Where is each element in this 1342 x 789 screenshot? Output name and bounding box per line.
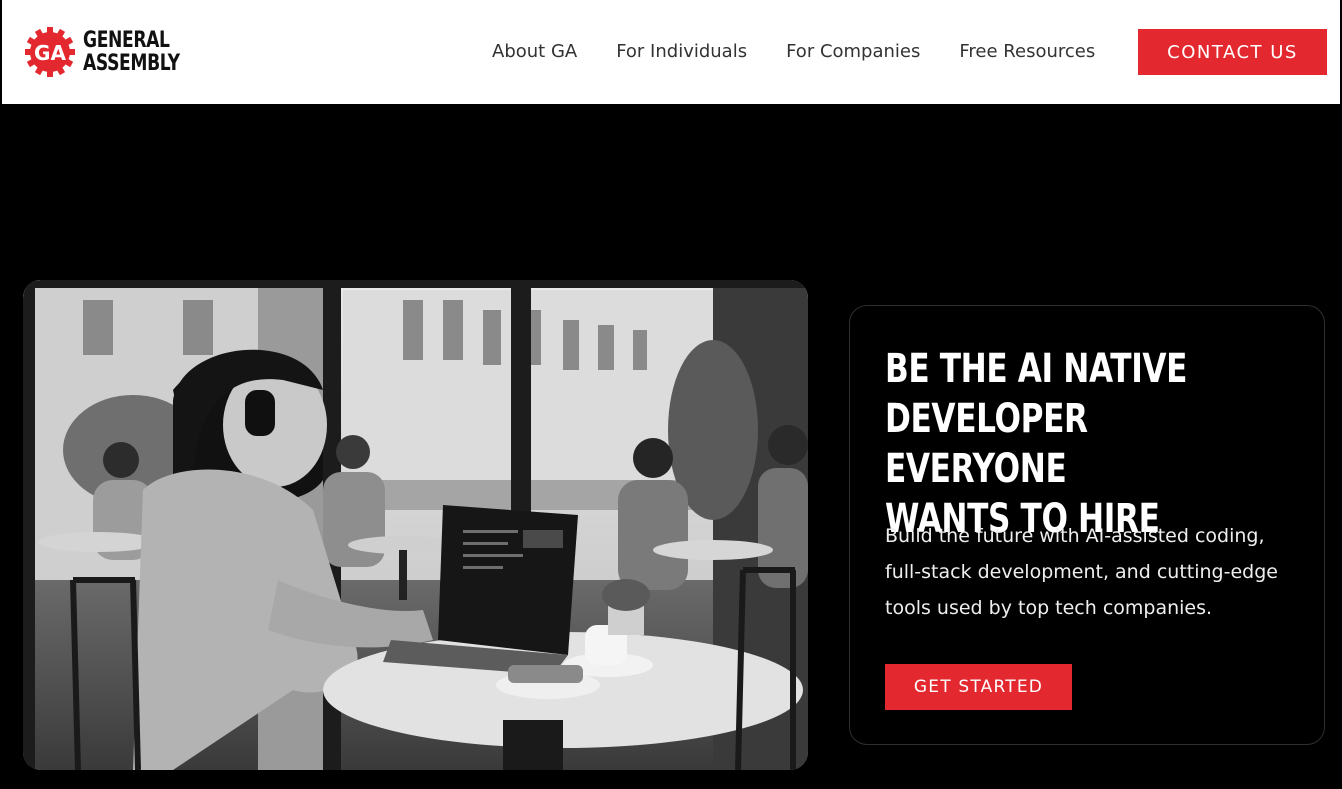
- contact-us-button[interactable]: CONTACT US: [1138, 29, 1327, 75]
- site-header: GA GENERAL ASSEMBLY About GA For Individ…: [0, 0, 1342, 104]
- cafe-scene-image: [23, 280, 808, 770]
- hero-section: BE THE AI NATIVE DEVELOPER EVERYONE WANT…: [0, 104, 1342, 789]
- hero-photo: [23, 280, 808, 770]
- logo-line-2: ASSEMBLY: [83, 51, 180, 76]
- nav-for-individuals[interactable]: For Individuals: [616, 40, 747, 64]
- nav-for-companies[interactable]: For Companies: [786, 40, 920, 64]
- logo-wordmark: GENERAL ASSEMBLY: [83, 29, 180, 75]
- nav-free-resources[interactable]: Free Resources: [959, 40, 1095, 64]
- hero-description: Build the future with AI-assisted coding…: [885, 525, 1278, 619]
- logo-line-1: GENERAL: [83, 28, 170, 53]
- get-started-button[interactable]: GET STARTED: [885, 664, 1072, 710]
- logo-link[interactable]: GA GENERAL ASSEMBLY: [24, 26, 207, 78]
- nav-about-ga[interactable]: About GA: [492, 40, 577, 64]
- svg-text:GA: GA: [34, 41, 66, 65]
- ga-gear-logo-icon: GA: [25, 27, 75, 77]
- main-nav: About GA For Individuals For Companies F…: [492, 40, 1134, 64]
- hero-headline: BE THE AI NATIVE DEVELOPER EVERYONE WANT…: [885, 346, 1188, 542]
- hero-card: BE THE AI NATIVE DEVELOPER EVERYONE WANT…: [849, 305, 1325, 745]
